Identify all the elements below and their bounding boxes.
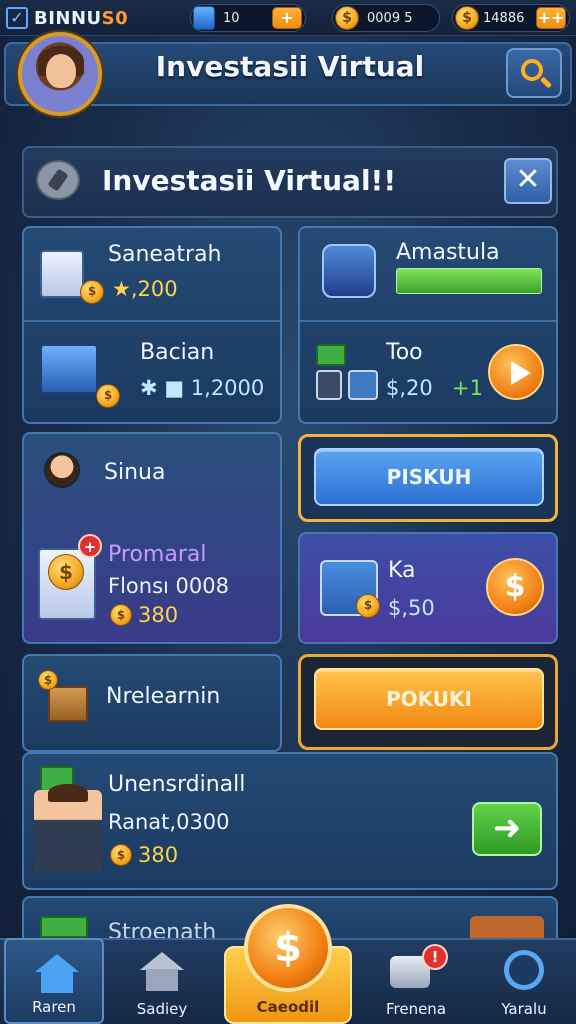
nav-item-messages[interactable]: ! Frenena — [366, 938, 466, 1024]
arrow-right-button[interactable]: ➜ — [472, 802, 542, 856]
businessman-icon — [34, 790, 102, 872]
brand-name: BINNUS0 — [34, 8, 128, 29]
coin-value: 0009 5 — [367, 10, 413, 26]
bacian-value: ✱ ■ 1,2000 — [140, 376, 265, 400]
coin-icon: $ — [110, 604, 132, 626]
too-delta: +1 — [452, 376, 483, 400]
notification-badge: ! — [422, 944, 448, 970]
avatar-face — [46, 54, 76, 88]
chat-icon — [36, 160, 80, 200]
promaral-value: 380 — [138, 603, 179, 627]
plus-badge-icon: + — [78, 534, 102, 558]
home-icon-base — [41, 971, 73, 993]
nav-item-store[interactable]: Sadiey — [112, 938, 212, 1024]
stats-icon — [40, 344, 98, 394]
too-value: $,20 — [386, 376, 433, 400]
resource-coins: $ 0009 5 — [332, 4, 440, 32]
promaral-title: Promaral — [108, 542, 207, 567]
pokuki-button[interactable]: POKUKI — [314, 668, 544, 730]
screen-icon — [348, 370, 378, 400]
coin-action-button[interactable]: $ — [486, 558, 544, 616]
nav-label: Sadiey — [136, 1000, 188, 1018]
panel-title: Investasii Virtual!! — [102, 164, 397, 197]
resource-gold: $ 14886 ++ — [452, 4, 570, 32]
unensrdinall-subtitle: Ranat,0300 — [108, 810, 230, 834]
piskuh-button[interactable]: PISKUH — [314, 448, 544, 506]
too-title: Too — [386, 340, 423, 365]
gem-icon — [193, 6, 215, 30]
nrelearnin-title: Nrelearnin — [106, 684, 221, 709]
unensrdinall-value: 380 — [138, 843, 179, 867]
ka-title: Ka — [388, 558, 416, 583]
coin-icon: $ — [356, 594, 380, 618]
dollar-coin-icon: $ — [48, 554, 84, 590]
unensrdinall-title: Unensrdinall — [108, 772, 246, 797]
home-icon — [35, 954, 79, 972]
box-icon — [48, 686, 88, 722]
cash-icon — [40, 916, 88, 938]
nav-label: Yaralu — [501, 1000, 547, 1018]
document-icon — [40, 250, 84, 298]
nav-label: Frenena — [385, 1000, 447, 1018]
add-gold-button[interactable]: ++ — [536, 7, 566, 29]
promaral-subtitle: Flonsı 0008 — [108, 574, 229, 598]
search-button[interactable] — [506, 48, 562, 98]
dollar-coin-icon[interactable]: $ — [244, 904, 332, 992]
nav-label: Raren — [32, 998, 76, 1016]
store-icon — [140, 952, 184, 970]
add-gems-button[interactable]: + — [272, 7, 302, 29]
play-icon — [511, 361, 531, 385]
person-icon — [44, 452, 80, 488]
avatar[interactable] — [18, 32, 102, 116]
card-divider — [300, 320, 556, 322]
store-icon-base — [146, 969, 178, 991]
check-icon: ✓ — [6, 7, 28, 29]
close-button[interactable]: ✕ — [504, 158, 552, 204]
saneatrah-value: ★,200 — [112, 277, 178, 301]
page-title: Investasii Virtual — [155, 50, 425, 83]
amastula-title: Amastula — [396, 240, 500, 265]
ka-value: $,50 — [388, 596, 435, 620]
shield-icon — [322, 244, 376, 298]
coin-icon: $ — [335, 6, 359, 30]
businessman-hair — [48, 784, 88, 802]
safe-icon — [316, 370, 342, 400]
brand-suffix: S0 — [101, 7, 129, 29]
bacian-title: Bacian — [140, 340, 215, 365]
nav-item-home[interactable]: Raren — [4, 938, 104, 1024]
brand: ✓ BINNUS0 — [6, 4, 128, 32]
coin-icon: $ — [110, 844, 132, 866]
amastula-progress — [396, 268, 542, 294]
gold-value: 14886 — [483, 10, 525, 26]
saneatrah-title: Saneatrah — [108, 242, 222, 267]
nav-label: Caeodil — [256, 998, 320, 1016]
money-icon — [316, 344, 346, 366]
gem-value: 10 — [223, 10, 240, 26]
clock-icon — [504, 950, 544, 990]
brand-prefix: BINNU — [34, 7, 102, 29]
card-divider — [24, 320, 280, 322]
gold-coin-icon: $ — [455, 6, 479, 30]
play-button[interactable] — [488, 344, 544, 400]
search-icon-handle — [539, 76, 553, 89]
coin-icon: $ — [38, 670, 58, 690]
search-icon — [521, 59, 543, 81]
sinua-title: Sinua — [104, 460, 166, 485]
nav-item-settings[interactable]: Yaralu — [474, 938, 574, 1024]
coin-icon: $ — [80, 280, 104, 304]
coin-stack-icon: $ — [96, 384, 120, 408]
resource-gems: 10 + — [190, 4, 306, 32]
